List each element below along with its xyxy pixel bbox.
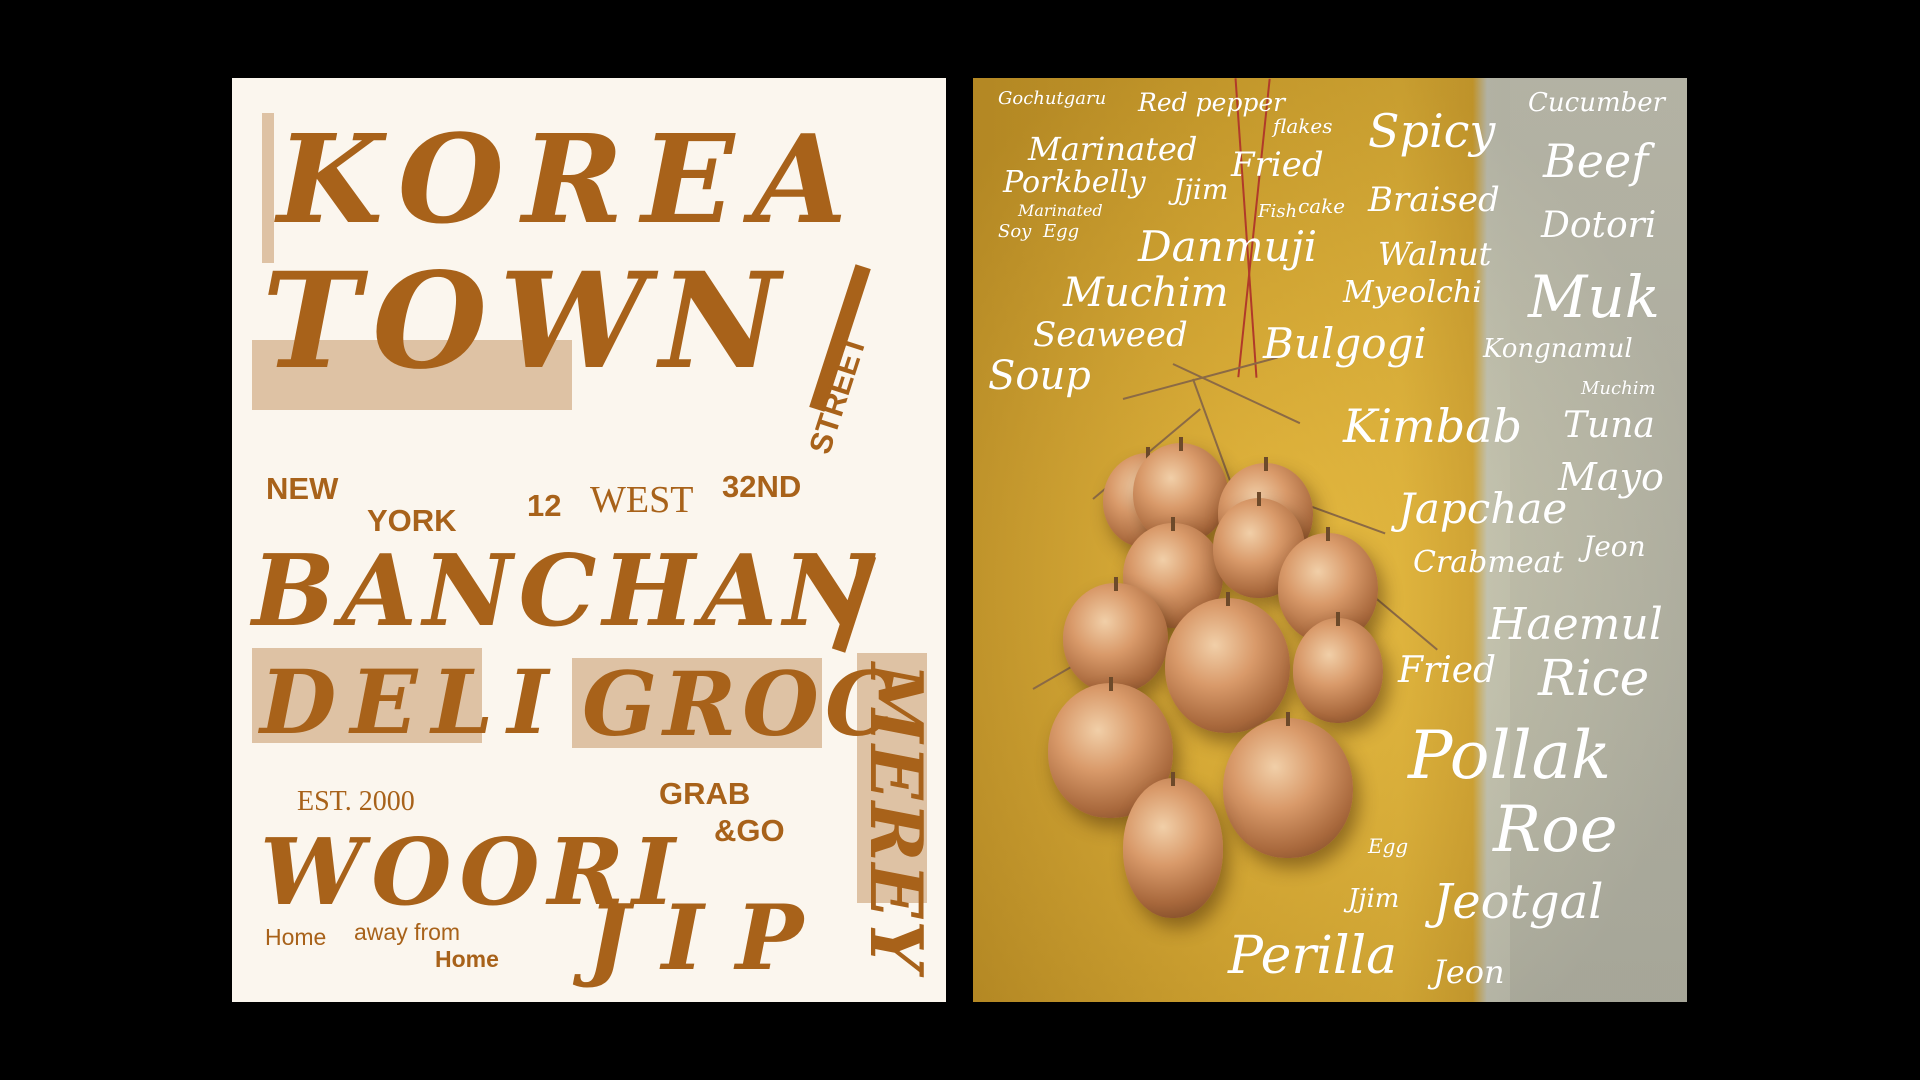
word-egg-2: Egg [1368, 834, 1409, 858]
word-beef: Beef [1543, 134, 1649, 188]
word-egg: Egg [1043, 221, 1080, 242]
stamp-jip: JIP [587, 885, 836, 991]
word-jeotgal: Jeotgal [1433, 874, 1604, 930]
word-red-pepper: Red pepper [1138, 88, 1286, 117]
word-soy: Soy [998, 221, 1032, 242]
tagline-away-from: away from [354, 919, 461, 945]
koreatown-poster: KOREA TOWN NEW YORK 12 WEST 32ND STREET … [232, 78, 946, 1002]
word-bulgogi: Bulgogi [1263, 319, 1427, 368]
word-fish: Fish [1258, 201, 1298, 222]
title-korea: KOREA [277, 107, 866, 251]
onion [1123, 778, 1223, 918]
word-dotori: Dotori [1541, 205, 1657, 246]
address-number: 12 [527, 488, 562, 523]
onion [1223, 718, 1353, 858]
address-32nd: 32ND [722, 469, 802, 504]
go-label: &GO [714, 813, 785, 848]
word-haemul: Haemul [1488, 599, 1663, 650]
word-kimbab: Kimbab [1343, 399, 1523, 453]
stamp-deli: DELI [260, 650, 563, 754]
word-marinated: Marinated [1028, 130, 1198, 168]
word-muchim: Muchim [1063, 270, 1229, 316]
address-new: NEW [266, 471, 339, 506]
word-cucumber: Cucumber [1528, 88, 1666, 118]
stamp-vertical-word: MEREY [854, 663, 939, 974]
word-walnut: Walnut [1378, 235, 1492, 273]
word-porkbelly: Porkbelly [1003, 165, 1146, 200]
onion-photo-poster: Gochutgaru Red pepper flakes Spicy Cucum… [973, 78, 1687, 1002]
word-seaweed: Seaweed [1033, 315, 1188, 355]
word-cake: cake [1298, 194, 1346, 218]
established-year: EST. 2000 [297, 786, 415, 817]
word-jjim: Jjim [1173, 173, 1229, 206]
stamp-block-title-left-edge [262, 113, 274, 263]
tagline-home-2: Home [435, 946, 499, 972]
word-japchae: Japchae [1398, 484, 1568, 533]
word-mayo: Mayo [1558, 455, 1664, 499]
address-york: YORK [367, 503, 457, 538]
word-perilla: Perilla [1228, 926, 1398, 986]
word-soup: Soup [988, 353, 1091, 399]
word-pollak: Pollak [1408, 717, 1612, 794]
tagline-home: Home [265, 924, 327, 950]
word-fried: Fried [1231, 145, 1324, 185]
word-kongnamul: Kongnamul [1483, 334, 1633, 364]
grab-label: GRAB [659, 776, 751, 811]
onion [1165, 598, 1290, 733]
word-roe: Roe [1493, 793, 1618, 867]
word-crabmeat: Crabmeat [1413, 545, 1564, 580]
word-muchim-small: Muchim [1581, 378, 1656, 399]
word-spicy: Spicy [1368, 104, 1496, 158]
word-muk: Muk [1528, 263, 1660, 331]
stamp-banchan: BANCHAN [252, 534, 879, 649]
word-flakes: flakes [1273, 114, 1333, 138]
onion [1293, 618, 1383, 723]
word-jeon: Jeon [1583, 530, 1646, 563]
word-myeolchi: Myeolchi [1343, 275, 1482, 310]
word-tuna: Tuna [1563, 405, 1655, 446]
address-west: WEST [590, 479, 694, 521]
word-fried-2: Fried [1398, 650, 1497, 691]
word-jjim-2: Jjim [1348, 884, 1400, 914]
word-marinated-small: Marinated [1018, 201, 1103, 220]
word-gochutgaru: Gochutgaru [998, 88, 1107, 109]
title-town: TOWN [262, 244, 793, 399]
word-danmuji: Danmuji [1138, 222, 1318, 271]
word-rice: Rice [1538, 649, 1650, 707]
word-braised: Braised [1368, 180, 1500, 220]
onion [1063, 583, 1168, 693]
word-jeon-2: Jeon [1433, 953, 1505, 991]
